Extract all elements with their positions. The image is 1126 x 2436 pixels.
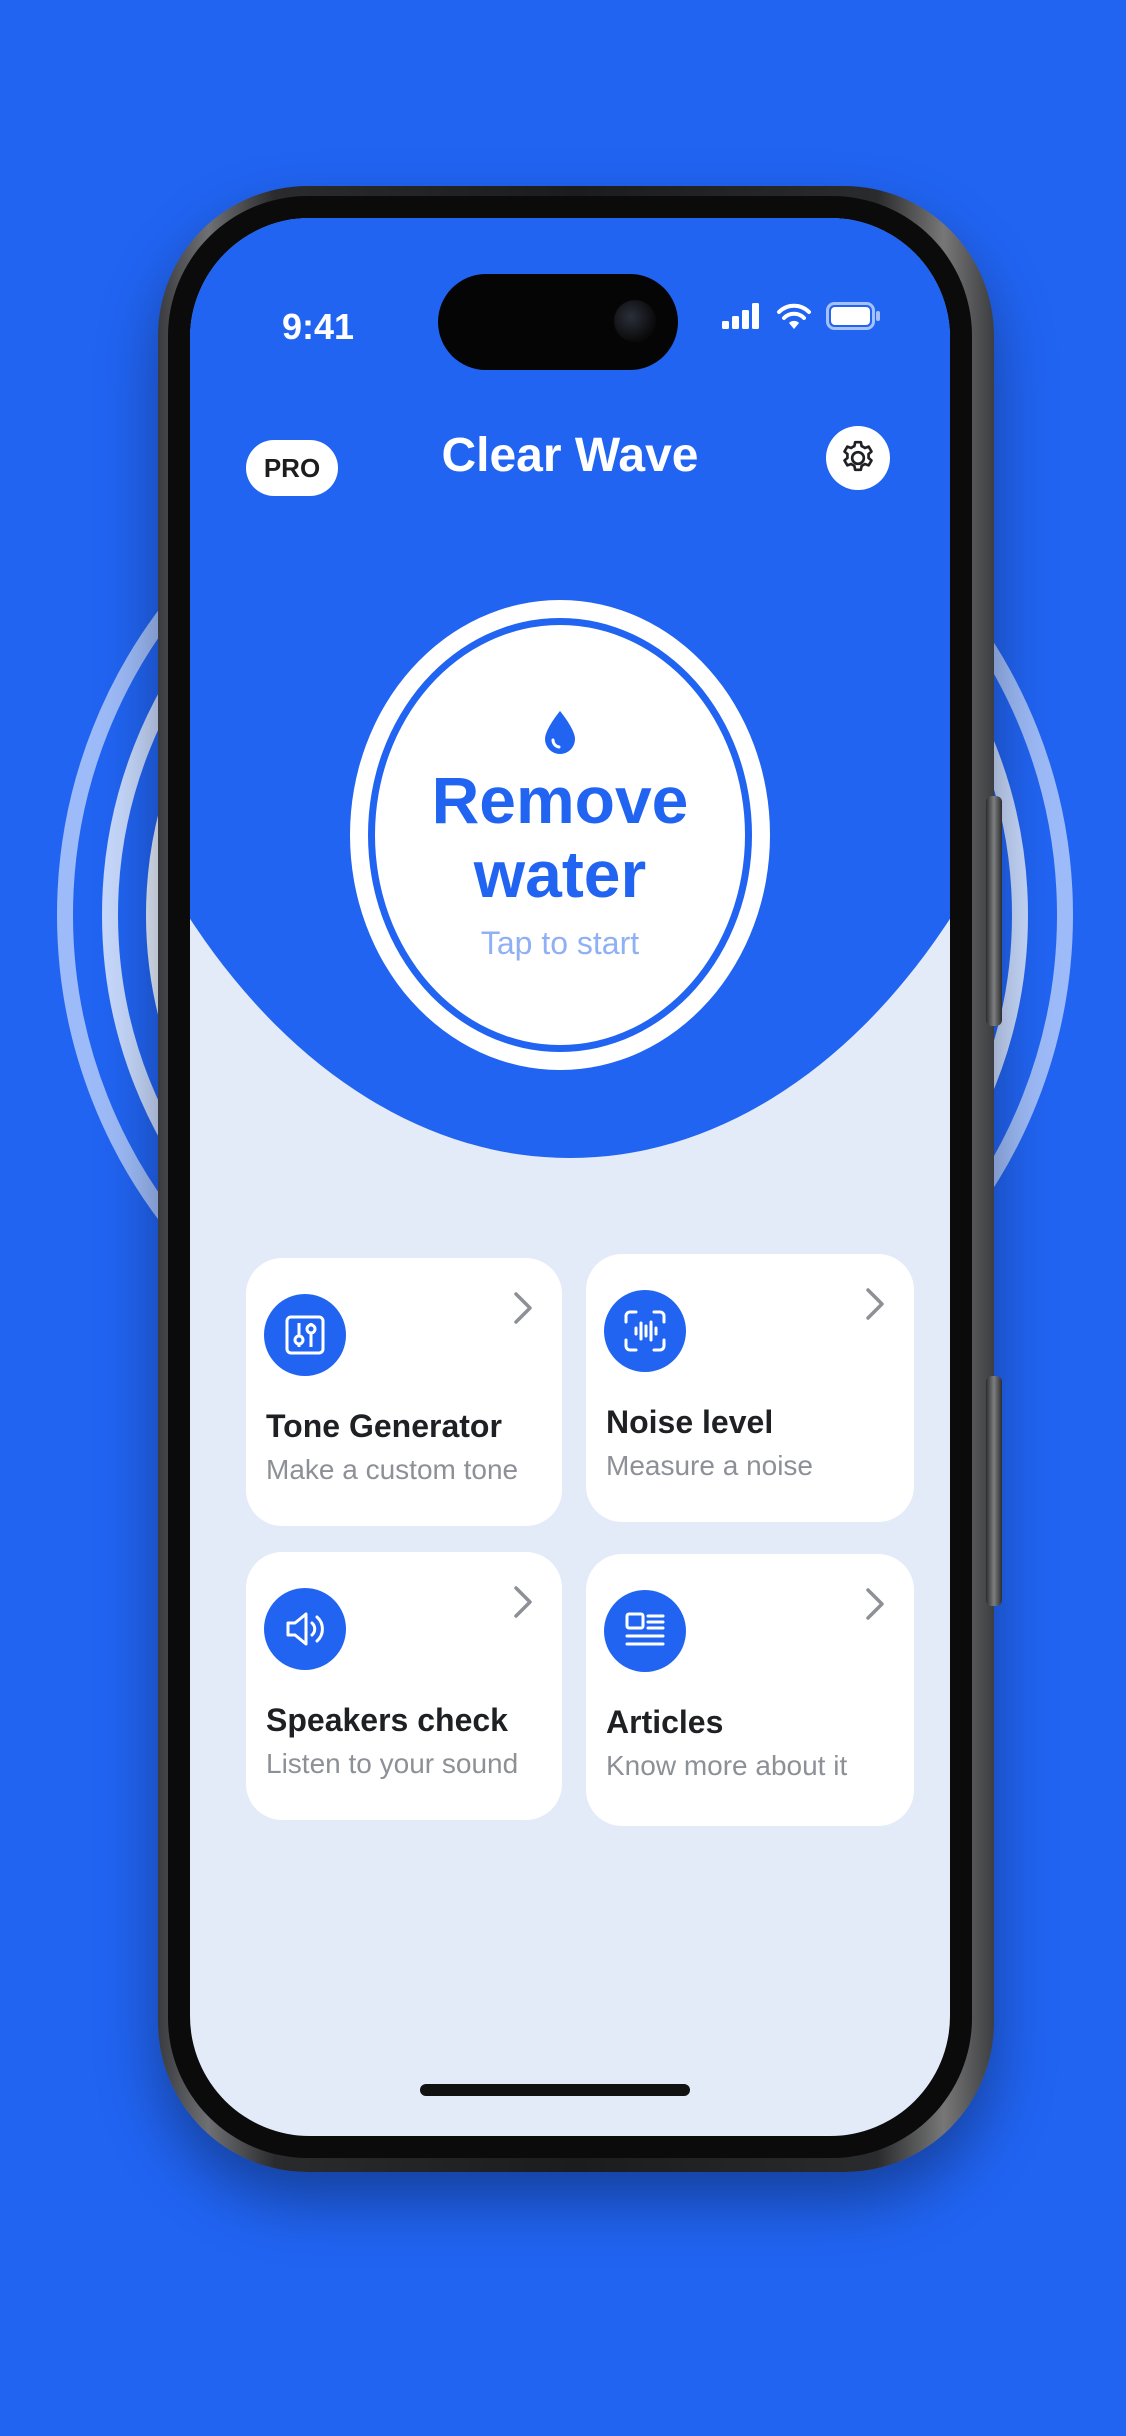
card-title: Articles — [606, 1704, 724, 1740]
tap-to-start-label: Tap to start — [480, 924, 640, 961]
home-indicator[interactable] — [420, 2084, 690, 2096]
card-title: Tone Generator — [266, 1408, 502, 1444]
chevron-right-icon — [514, 1586, 532, 1618]
speakers-check-icon-circle — [264, 1588, 346, 1670]
tone-generator-icon-circle — [264, 1294, 346, 1376]
app-screen: 9:41 PRO Clear Wave Remove water Tap to … — [190, 218, 950, 2136]
speakers-check-card[interactable]: Speakers check Listen to your sound — [246, 1552, 562, 1820]
tone-generator-card[interactable]: Tone Generator Make a custom tone — [246, 1258, 562, 1526]
card-title: Speakers check — [266, 1702, 508, 1738]
card-subtitle: Make a custom tone — [266, 1454, 519, 1485]
sliders-icon — [285, 1315, 325, 1355]
chevron-right-icon — [866, 1588, 884, 1620]
chevron-right-icon — [866, 1288, 884, 1320]
card-subtitle: Know more about it — [606, 1750, 848, 1781]
phone-frame: 9:41 PRO Clear Wave Remove water Tap to … — [158, 186, 1002, 2172]
remove-water-ring: Remove water Tap to start — [368, 618, 752, 1052]
card-subtitle: Measure a noise — [606, 1450, 814, 1481]
front-camera — [614, 300, 656, 342]
card-title: Noise level — [606, 1404, 774, 1440]
water-drop-icon — [545, 710, 575, 754]
articles-card[interactable]: Articles Know more about it — [586, 1554, 914, 1826]
remove-water-button[interactable]: Remove water Tap to start — [350, 600, 770, 1070]
phone-bezel: 9:41 PRO Clear Wave Remove water Tap to … — [168, 196, 972, 2158]
settings-button[interactable] — [826, 426, 890, 490]
sound-scan-icon — [624, 1310, 666, 1352]
remove-water-title-line2: water — [473, 836, 647, 911]
card-subtitle: Listen to your sound — [266, 1748, 519, 1779]
side-button-lower — [986, 1376, 1002, 1606]
status-time: 9:41 — [282, 306, 355, 347]
battery-icon — [826, 302, 880, 330]
articles-icon-circle — [604, 1590, 686, 1672]
signal-icon — [722, 303, 759, 329]
gear-icon — [843, 440, 873, 472]
remove-water-core: Remove water Tap to start — [375, 625, 745, 1045]
dynamic-island — [438, 274, 678, 370]
noise-level-card[interactable]: Noise level Measure a noise — [586, 1254, 914, 1522]
noise-level-icon-circle — [604, 1290, 686, 1372]
side-button-upper — [986, 796, 1002, 1026]
chevron-right-icon — [514, 1292, 532, 1324]
article-icon — [625, 1612, 665, 1646]
speaker-icon — [286, 1612, 324, 1646]
status-icons — [722, 302, 882, 330]
remove-water-title-line1: Remove — [431, 762, 689, 837]
wifi-icon — [777, 303, 811, 329]
